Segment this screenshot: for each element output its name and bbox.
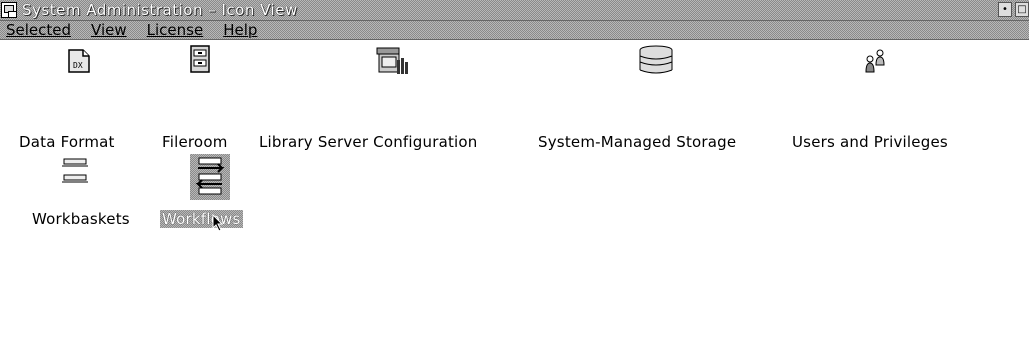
title-bar[interactable]: System Administration – Icon View • □ [0,0,1029,21]
icon-label: Library Server Configuration [259,133,478,151]
workflows-icon [195,157,225,195]
icon-label: System-Managed Storage [538,133,737,151]
library-server-icon [376,47,408,74]
menu-selected[interactable]: Selected [6,21,71,39]
menu-help[interactable]: Help [223,21,257,39]
system-menu-icon[interactable] [1,2,17,18]
window-title: System Administration – Icon View [22,1,298,19]
fileroom-icon [190,45,210,73]
icon-label: Data Format [19,133,115,151]
mouse-pointer-icon [212,214,224,232]
menu-license[interactable]: License [147,21,204,39]
workbaskets-icon [62,158,88,183]
title-buttons: • □ [998,2,1029,17]
icon-label: Fileroom [162,133,228,151]
users-icon [865,49,885,73]
system-administration-window: System Administration – Icon View • □ Se… [0,0,1029,345]
minimize-button[interactable]: • [998,2,1012,17]
icon-view-area[interactable]: DX Data Format Fileroom Library Server C… [0,40,1029,345]
svg-text:DX: DX [73,61,83,70]
menu-view[interactable]: View [91,21,127,39]
maximize-button[interactable]: □ [1015,2,1029,17]
icon-label: Users and Privileges [792,133,948,151]
icon-label: Workflows [161,210,241,228]
storage-icon [639,45,673,74]
menu-bar: Selected View License Help [0,21,1029,40]
data-format-icon: DX [68,49,90,73]
icon-label: Workbaskets [32,210,130,228]
